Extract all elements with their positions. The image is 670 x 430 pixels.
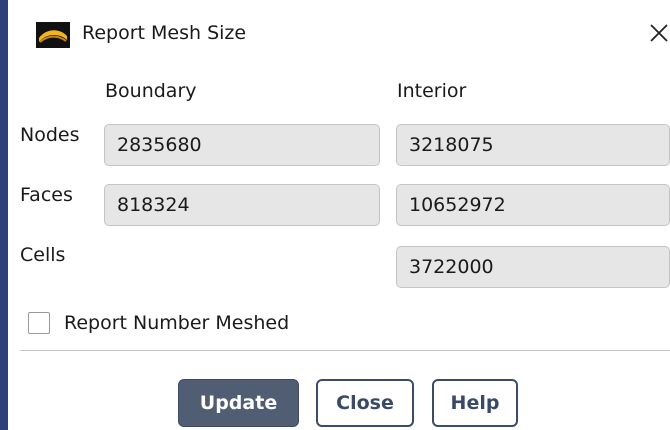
faces-label: Faces [20,184,73,206]
report-number-meshed-label: Report Number Meshed [64,312,290,334]
divider [20,350,670,351]
close-icon[interactable] [644,18,670,48]
nodes-boundary-field[interactable]: 2835680 [104,124,380,166]
boundary-column-header: Boundary [105,80,197,102]
ansys-logo-icon [36,22,70,48]
nodes-interior-field[interactable]: 3218075 [396,124,670,166]
interior-column-header: Interior [397,80,467,102]
report-number-meshed-checkbox[interactable] [28,312,50,334]
help-button[interactable]: Help [432,379,518,427]
window-left-edge [0,0,8,430]
report-number-meshed-option[interactable]: Report Number Meshed [28,308,289,338]
nodes-label: Nodes [20,124,80,146]
faces-interior-field[interactable]: 10652972 [396,184,670,226]
faces-boundary-field[interactable]: 818324 [104,184,380,226]
update-button[interactable]: Update [178,379,299,427]
cells-label: Cells [20,244,66,266]
window-title: Report Mesh Size [82,22,247,44]
close-button[interactable]: Close [316,379,414,427]
title-bar: Report Mesh Size [8,0,670,70]
cells-interior-field[interactable]: 3722000 [396,246,670,288]
